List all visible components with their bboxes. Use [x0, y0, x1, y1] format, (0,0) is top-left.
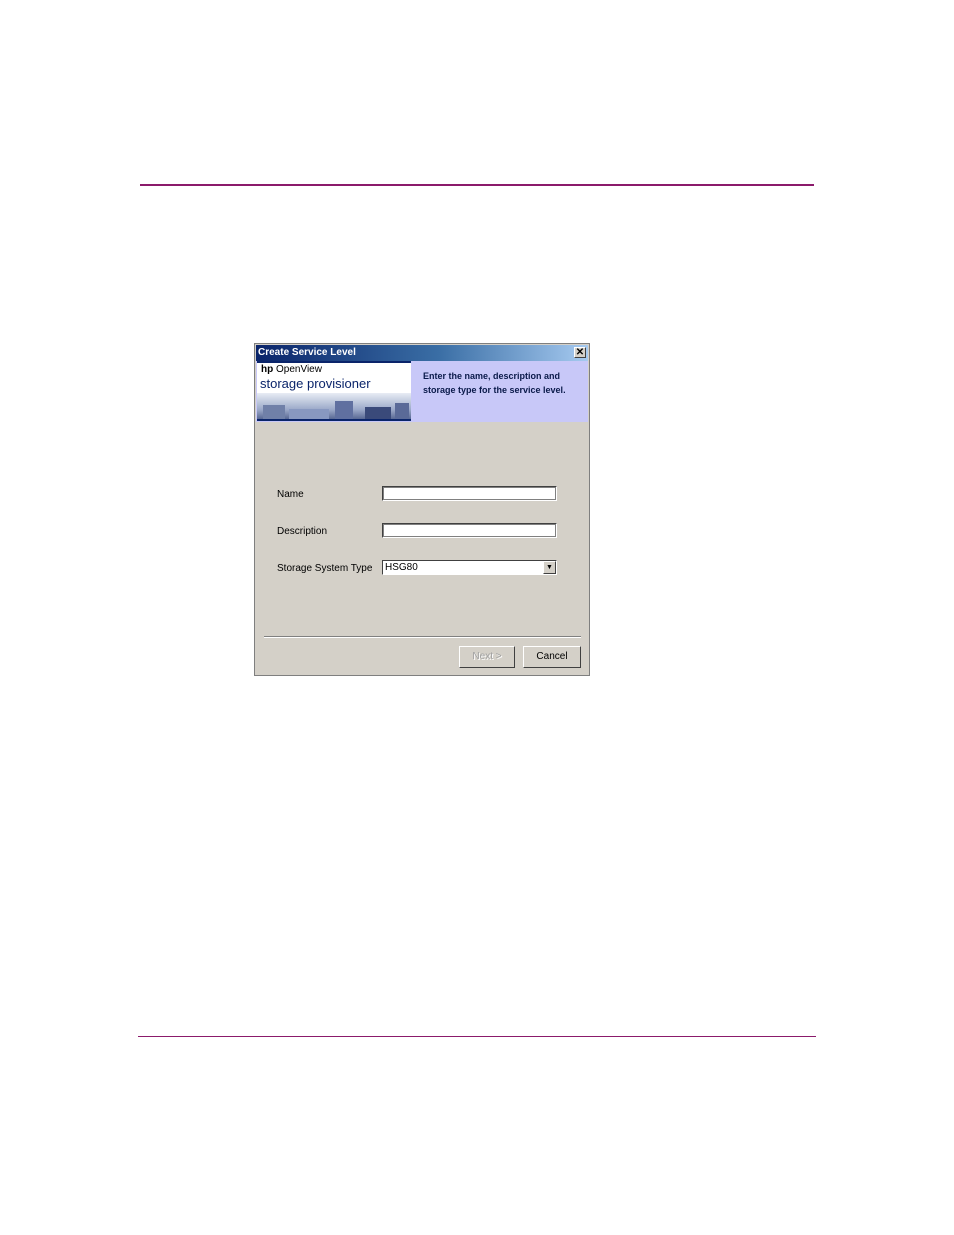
storage-system-type-select[interactable]: HSG80 ▼	[382, 560, 557, 575]
logo-hp-text: hp	[261, 364, 274, 375]
logo-subtitle: storage provisioner	[260, 376, 371, 391]
create-service-level-dialog: Create Service Level ✕ hp OpenView stora…	[254, 343, 590, 676]
cancel-button[interactable]: Cancel	[523, 646, 581, 668]
next-button[interactable]: Next >	[459, 646, 515, 668]
logo-artwork	[257, 393, 411, 419]
description-input[interactable]	[382, 523, 557, 538]
chevron-down-icon[interactable]: ▼	[543, 561, 556, 574]
logo-building-shape	[395, 403, 409, 419]
logo-building-shape	[365, 407, 391, 419]
page-header-rule	[140, 184, 814, 186]
hp-openview-logo: hp OpenView storage provisioner	[257, 361, 411, 421]
description-label: Description	[277, 526, 328, 537]
dialog-title: Create Service Level	[258, 347, 356, 358]
dialog-titlebar[interactable]: Create Service Level ✕	[256, 345, 588, 361]
wizard-instructions: Enter the name, description and storage …	[423, 371, 566, 395]
logo-product-text: OpenView	[276, 364, 322, 375]
page-footer-rule	[138, 1036, 816, 1037]
name-label: Name	[277, 489, 304, 500]
close-icon[interactable]: ✕	[574, 347, 586, 358]
logo-building-shape	[263, 405, 285, 419]
wizard-banner: hp OpenView storage provisioner Enter th…	[256, 361, 588, 422]
button-separator	[264, 636, 581, 638]
storage-system-type-label: Storage System Type	[277, 563, 373, 574]
logo-building-shape	[289, 409, 329, 419]
storage-system-type-value: HSG80	[385, 562, 418, 573]
name-input[interactable]	[382, 486, 557, 501]
logo-building-shape	[335, 401, 353, 419]
